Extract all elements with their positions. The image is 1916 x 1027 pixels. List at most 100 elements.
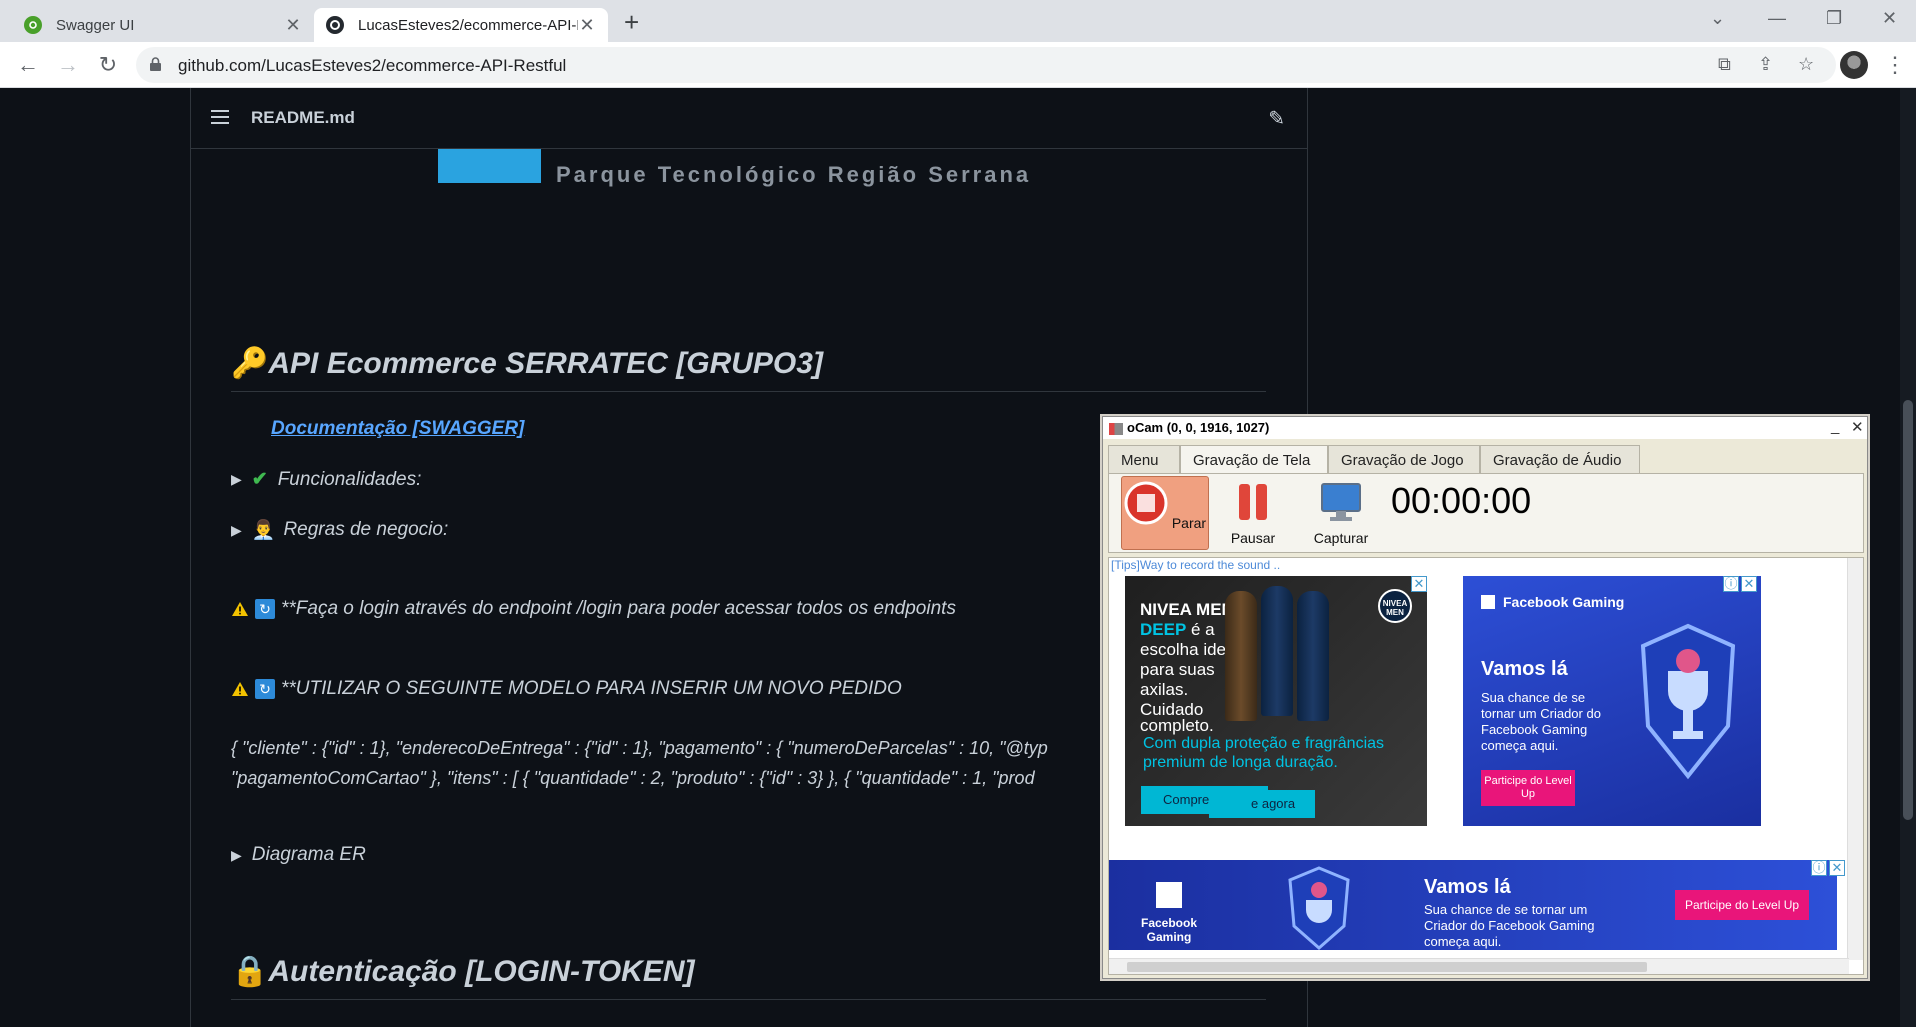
ad-text: para suas (1140, 660, 1215, 679)
note-pedido: ↻ **UTILIZAR O SEGUINTE MODELO PARA INSE… (231, 678, 902, 700)
capture-button[interactable]: Capturar (1297, 476, 1385, 550)
minimize-icon[interactable]: — (1768, 8, 1786, 29)
tab-title: Swagger UI (56, 16, 135, 34)
close-tab-icon[interactable]: ✕ (284, 15, 302, 36)
translate-icon[interactable]: ⧉ (1718, 54, 1731, 75)
browser-tab-bar: Swagger UI ✕ LucasEsteves2/ecommerce-API… (0, 0, 1916, 42)
address-bar[interactable]: github.com/LucasEsteves2/ecommerce-API-R… (136, 47, 1836, 83)
page-scrollbar[interactable] (1900, 88, 1916, 1027)
key-icon: 🔑 (231, 347, 269, 380)
summary-diagrama-er[interactable]: ▶ Diagrama ER (231, 844, 366, 866)
ad-text: completo. (1140, 716, 1214, 735)
pause-button[interactable]: Pausar (1209, 476, 1297, 550)
bookmark-star-icon[interactable]: ☆ (1798, 54, 1814, 75)
divider (231, 999, 1266, 1000)
close-ad-icon[interactable]: ✕ (1741, 576, 1757, 592)
swagger-favicon-icon (24, 16, 42, 34)
pause-label: Pausar (1230, 530, 1276, 546)
scrollbar-thumb[interactable] (1903, 400, 1913, 820)
ocam-titlebar[interactable]: oCam (0, 0, 1916, 1027) _ ✕ (1103, 417, 1867, 439)
ad-body: Sua chance de se tornar um Criador do Fa… (1424, 902, 1595, 949)
product-can-image (1297, 591, 1329, 721)
lock-icon: 🔒 (231, 955, 269, 988)
minimize-icon[interactable]: _ (1831, 418, 1839, 435)
ad-vertical-scrollbar[interactable] (1847, 558, 1863, 960)
expand-triangle-icon: ▶ (231, 846, 242, 863)
participe-button[interactable]: Participe do Level Up (1481, 770, 1575, 806)
product-can-image (1261, 586, 1293, 716)
tab-swagger-ui[interactable]: Swagger UI ✕ (12, 8, 314, 42)
auth-heading: 🔒Autenticação [LOGIN-TOKEN] (231, 955, 695, 988)
ad-body: Sua chance de se tornar um Criador do Fa… (1481, 690, 1601, 753)
tab-github-repo[interactable]: LucasEsteves2/ecommerce-API-R ✕ (314, 8, 608, 42)
tab-gravacao-de-jogo[interactable]: Gravação de Jogo (1328, 445, 1480, 473)
swagger-doc-link[interactable]: Documentação [SWAGGER] (271, 418, 524, 440)
ad-horizontal-scrollbar[interactable] (1109, 958, 1849, 974)
stop-record-icon (1124, 481, 1168, 525)
ocam-control-panel: Parar Pausar Capturar 00:00:00 (1108, 473, 1864, 553)
warning-icon (232, 682, 248, 696)
back-icon[interactable]: ← (14, 52, 42, 78)
readme-header: README.md ✎ (191, 88, 1307, 149)
close-ad-icon[interactable]: ✕ (1411, 576, 1427, 592)
menu-kebab-icon[interactable]: ⋮ (1884, 52, 1906, 78)
share-icon[interactable]: ⇪ (1758, 54, 1773, 75)
stop-button[interactable]: Parar (1121, 476, 1209, 550)
ocam-app-icon (1109, 423, 1123, 435)
forward-icon[interactable]: → (54, 52, 82, 78)
businessman-icon: 👨‍💼 (251, 520, 276, 541)
arrows-cycle-icon: ↻ (255, 679, 275, 699)
trophy-shield-icon (1288, 866, 1350, 950)
tips-link[interactable]: [Tips]Way to record the sound .. (1111, 558, 1280, 572)
check-icon: ✔ (251, 469, 268, 490)
summary-regras-de-negocio[interactable]: ▶ 👨‍💼 Regras de negocio: (231, 518, 448, 542)
readme-filename: README.md (251, 108, 355, 127)
ad-headline: Vamos lá (1481, 658, 1568, 680)
tab-menu[interactable]: Menu (1108, 445, 1180, 473)
monitor-icon (1321, 483, 1361, 521)
ad-headline: Vamos lá (1424, 876, 1511, 898)
reload-icon[interactable]: ↻ (94, 52, 122, 78)
tab-search-icon[interactable]: ⌄ (1710, 8, 1725, 29)
edit-pencil-icon[interactable]: ✎ (1268, 106, 1285, 131)
lock-icon (150, 57, 161, 71)
expand-triangle-icon: ▶ (231, 471, 242, 487)
ad-info-icon[interactable]: ⓘ (1811, 860, 1827, 876)
trophy-shield-icon (1640, 623, 1736, 780)
close-window-icon[interactable]: ✕ (1882, 8, 1897, 29)
fb-gaming-brand: Facebook Gaming (1129, 882, 1209, 944)
facebook-gaming-banner-ad[interactable]: Facebook Gaming Vamos lá Sua chance de s… (1109, 860, 1837, 950)
close-tab-icon[interactable]: ✕ (578, 15, 596, 36)
participe-button[interactable]: Participe do Level Up (1675, 890, 1810, 920)
fb-gaming-brand: Facebook Gaming (1481, 594, 1624, 610)
tab-gravacao-de-tela[interactable]: Gravação de Tela (1180, 445, 1328, 475)
summary-funcionalidades[interactable]: ▶ ✔ Funcionalidades: (231, 468, 421, 491)
pause-icon (1239, 484, 1267, 520)
restore-icon[interactable]: ❐ (1826, 8, 1842, 29)
stop-label: Parar (1171, 515, 1207, 531)
json-example-line-1: { "cliente" : {"id" : 1}, "enderecoDeEnt… (231, 738, 1048, 758)
tab-title: LucasEsteves2/ecommerce-API-R (358, 16, 578, 34)
ocam-window: oCam (0, 0, 1916, 1027) _ ✕ Menu Gravaçã… (1102, 416, 1868, 979)
ad-info-icon[interactable]: ⓘ (1723, 576, 1739, 592)
nivea-logo-icon: NIVEA MEN (1378, 589, 1412, 623)
close-ad-icon[interactable]: ✕ (1829, 860, 1845, 876)
facebook-gaming-ad[interactable]: Facebook Gaming Vamos lá Sua chance de s… (1463, 576, 1761, 826)
new-tab-button[interactable]: + (624, 9, 639, 35)
ad-text: DEEP (1140, 620, 1187, 639)
ad-text: axilas. (1140, 680, 1189, 699)
nivea-ad[interactable]: NIVEA MEN DEEP é a escolha ideal para su… (1125, 576, 1427, 826)
close-icon[interactable]: ✕ (1851, 418, 1864, 436)
ad-footer-text: Com dupla proteção e fragrâncias premium… (1143, 735, 1385, 771)
serratec-logo-subtitle: Parque Tecnológico Região Serrana (556, 162, 1032, 187)
arrows-cycle-icon: ↻ (255, 599, 275, 619)
tab-gravacao-de-audio[interactable]: Gravação de Áudio (1480, 445, 1640, 473)
compre-agora-button-ghost[interactable]: e agora (1209, 790, 1316, 818)
recording-timer: 00:00:00 (1391, 480, 1532, 521)
fb-gaming-logo-icon (1156, 882, 1182, 908)
ocam-title: oCam (0, 0, 1916, 1027) (1127, 420, 1270, 435)
ocam-ad-area: [Tips]Way to record the sound .. NIVEA M… (1108, 557, 1864, 975)
outline-list-icon[interactable] (211, 106, 229, 128)
profile-avatar[interactable] (1840, 51, 1868, 79)
scrollbar-thumb[interactable] (1127, 962, 1647, 972)
